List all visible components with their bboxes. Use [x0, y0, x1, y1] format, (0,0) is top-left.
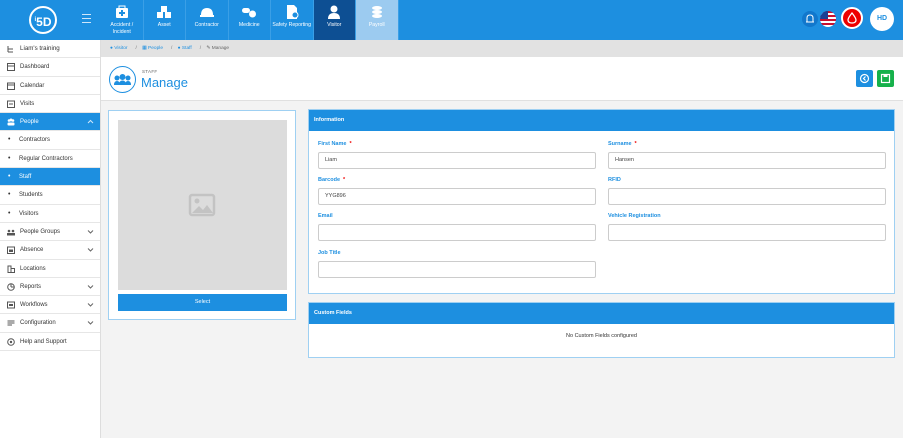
sidebar-item-people[interactable]: People — [0, 113, 100, 132]
module-asset[interactable]: Asset — [144, 0, 186, 40]
sidebar-item-liams-training[interactable]: Liam's training — [0, 40, 100, 59]
notifications-bell-icon[interactable] — [802, 11, 818, 27]
back-arrow-icon — [859, 73, 870, 84]
pills-icon — [242, 8, 257, 18]
surname-field-group: Surname * Hansen — [608, 141, 886, 169]
us-flag-icon[interactable] — [820, 11, 836, 27]
page-subtitle: STAFF — [142, 69, 158, 74]
vehicle-registration-field-group: Vehicle Registration — [608, 213, 886, 241]
module-contractor[interactable]: Contractor — [186, 0, 229, 40]
sidebar-item-help-and-support[interactable]: Help and Support — [0, 333, 100, 352]
breadcrumb-people[interactable]: ▦ People — [142, 46, 167, 51]
job-title-input[interactable] — [318, 261, 596, 278]
people-icon — [7, 118, 15, 126]
staff-group-icon — [109, 66, 136, 93]
app-logo[interactable]: i5D — [29, 6, 57, 34]
barcode-input[interactable]: YYG896 — [318, 188, 596, 205]
sidebar: Liam's training Dashboard Calendar Visit… — [0, 40, 101, 438]
help-icon — [7, 337, 15, 346]
chevron-down-icon — [87, 230, 94, 234]
photo-card: Select — [108, 110, 296, 320]
required-marker: * — [343, 177, 346, 183]
custom-fields-card-title: Custom Fields — [309, 303, 894, 324]
sidebar-item-calendar[interactable]: Calendar — [0, 77, 100, 95]
chevron-down-icon — [87, 248, 94, 252]
locations-icon — [7, 265, 15, 273]
required-marker: * — [349, 141, 352, 147]
logo-area: i5D — [0, 0, 101, 40]
breadcrumb-visitor[interactable]: ● Visitor — [110, 46, 131, 51]
menu-toggle-icon[interactable] — [82, 14, 91, 23]
first-name-field-group: First Name * Liam — [318, 141, 596, 169]
required-marker: * — [634, 141, 637, 147]
chevron-down-icon — [87, 285, 94, 289]
hard-hat-icon — [199, 8, 214, 17]
sidebar-item-reports[interactable]: Reports — [0, 278, 100, 297]
sidebar-item-absence[interactable]: Absence — [0, 241, 100, 260]
email-input[interactable] — [318, 224, 596, 241]
coins-icon — [371, 6, 382, 18]
email-field-group: Email — [318, 213, 596, 241]
custom-fields-card: Custom Fields No Custom Fields configure… — [308, 302, 895, 358]
image-placeholder-icon — [188, 193, 216, 217]
custom-fields-empty-message: No Custom Fields configured — [566, 333, 637, 339]
sidebar-item-regular-contractors[interactable]: Regular Contractors — [0, 150, 100, 169]
calendar-icon — [7, 82, 15, 90]
sidebar-item-students[interactable]: Students — [0, 186, 100, 205]
first-name-input[interactable]: Liam — [318, 152, 596, 169]
module-safety-reporting[interactable]: Safety Reporting — [271, 0, 314, 40]
chevron-up-icon — [87, 119, 94, 124]
sidebar-item-workflows[interactable]: Workflows — [0, 296, 100, 315]
select-photo-button[interactable]: Select — [118, 294, 287, 311]
sidebar-item-contractors[interactable]: Contractors — [0, 131, 100, 150]
save-button[interactable] — [877, 70, 894, 87]
absence-icon — [7, 246, 15, 255]
sidebar-item-visitors[interactable]: Visitors — [0, 205, 100, 223]
module-accident-incident[interactable]: Accident / Incident — [101, 0, 144, 40]
configuration-icon — [7, 320, 15, 326]
barcode-field-group: Barcode * YYG896 — [318, 177, 596, 205]
surname-input[interactable]: Hansen — [608, 152, 886, 169]
top-bar: i5D Accident / Incident Asset Contractor… — [0, 0, 903, 40]
people-groups-icon — [7, 229, 15, 236]
information-card: Information First Name * Liam Surname * Ha… — [308, 109, 895, 294]
save-floppy-icon — [880, 73, 891, 84]
page-title: Manage — [141, 75, 188, 90]
visits-icon — [7, 100, 15, 108]
information-card-title: Information — [309, 110, 894, 131]
visitor-person-icon — [328, 5, 341, 19]
chevron-down-icon — [87, 321, 94, 326]
blood-drop-icon[interactable] — [841, 7, 863, 29]
sidebar-item-configuration[interactable]: Configuration — [0, 314, 100, 333]
job-title-field-group: Job Title — [318, 250, 596, 278]
module-medicine[interactable]: Medicine — [229, 0, 271, 40]
sidebar-item-locations[interactable]: Locations — [0, 260, 100, 278]
breadcrumb-manage: ✎ Manage — [206, 46, 230, 51]
back-button[interactable] — [856, 70, 873, 87]
user-avatar[interactable]: HD — [870, 7, 894, 31]
module-nav: Accident / Incident Asset Contractor Med… — [101, 0, 399, 40]
sidebar-item-staff[interactable]: Staff — [0, 168, 100, 187]
asset-boxes-icon — [157, 6, 172, 18]
chevron-down-icon — [87, 303, 94, 307]
rfid-input[interactable] — [608, 188, 886, 205]
dashboard-icon — [7, 63, 15, 72]
workflows-icon — [7, 301, 15, 309]
vehicle-registration-input[interactable] — [608, 224, 886, 241]
module-payroll[interactable]: Payroll — [356, 0, 399, 40]
module-visitor[interactable]: Visitor — [313, 0, 356, 40]
user-tree-icon — [7, 46, 13, 53]
first-aid-kit-icon — [115, 5, 128, 18]
breadcrumb-staff[interactable]: ● Staff — [178, 46, 196, 51]
reports-icon — [7, 283, 15, 291]
page-header: STAFF Manage — [101, 57, 903, 101]
safety-report-icon — [286, 5, 299, 19]
sidebar-item-people-groups[interactable]: People Groups — [0, 223, 100, 242]
rfid-field-group: RFID — [608, 177, 886, 205]
photo-placeholder — [118, 120, 287, 290]
sidebar-item-visits[interactable]: Visits — [0, 95, 100, 114]
breadcrumb: ● Visitor / ▦ People / ● Staff / ✎ Manage — [101, 40, 903, 57]
sidebar-item-dashboard[interactable]: Dashboard — [0, 58, 100, 77]
